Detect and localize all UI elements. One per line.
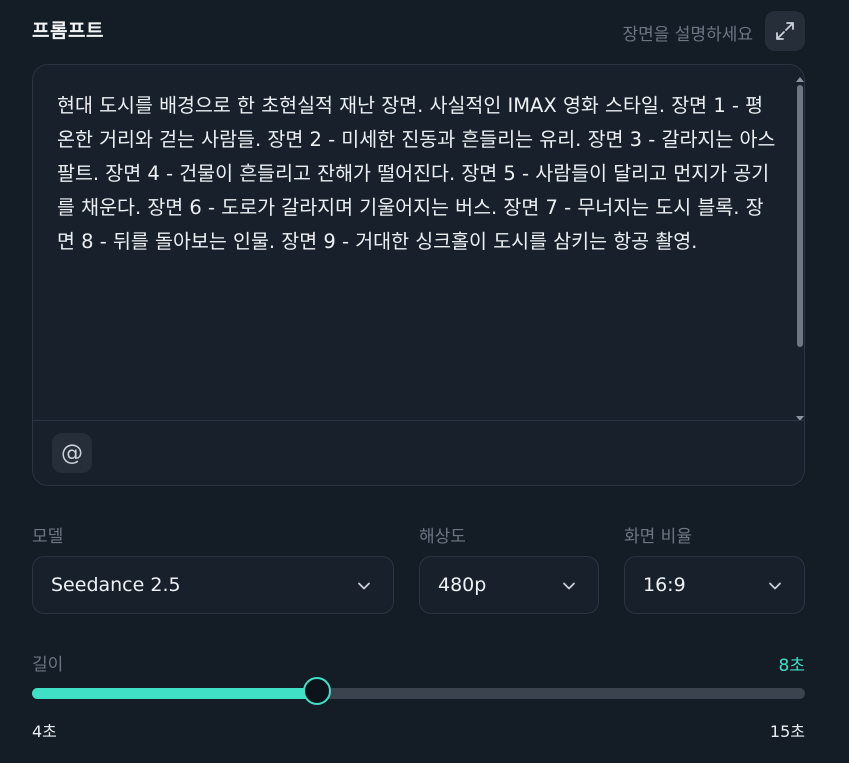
model-select[interactable]: Seedance 2.5	[32, 556, 394, 614]
mention-button[interactable]: @	[52, 433, 92, 473]
resolution-value: 480p	[438, 574, 487, 596]
prompt-scrollbar[interactable]	[794, 77, 804, 421]
expand-button[interactable]	[765, 11, 805, 51]
length-min-label: 4초	[32, 722, 57, 741]
expand-icon	[776, 22, 794, 40]
prompt-divider	[33, 420, 804, 421]
scroll-up-arrow[interactable]	[796, 77, 804, 82]
prompt-textarea[interactable]: 현대 도시를 배경으로 한 초현실적 재난 장면. 사실적인 IMAX 영화 스…	[57, 89, 777, 259]
at-icon: @	[61, 440, 83, 466]
chevron-down-icon	[769, 582, 781, 590]
length-slider-track[interactable]	[32, 688, 805, 699]
length-max-label: 15초	[769, 722, 805, 741]
aspect-ratio-label: 화면 비율	[624, 527, 692, 547]
chevron-down-icon	[563, 582, 575, 590]
resolution-select[interactable]: 480p	[419, 556, 599, 614]
chevron-down-icon	[358, 582, 370, 590]
prompt-title: 프롬프트	[32, 20, 104, 42]
prompt-hint: 장면을 설명하세요	[622, 25, 753, 45]
resolution-label: 해상도	[419, 527, 466, 547]
scroll-thumb[interactable]	[797, 85, 803, 347]
aspect-ratio-select[interactable]: 16:9	[624, 556, 805, 614]
aspect-ratio-value: 16:9	[643, 574, 686, 596]
prompt-box[interactable]: 현대 도시를 배경으로 한 초현실적 재난 장면. 사실적인 IMAX 영화 스…	[32, 64, 805, 486]
length-slider-thumb[interactable]	[303, 677, 332, 705]
length-label: 길이	[32, 655, 64, 675]
length-value: 8초	[778, 656, 805, 676]
model-value: Seedance 2.5	[51, 574, 181, 596]
length-slider-fill	[32, 688, 318, 699]
model-label: 모델	[32, 527, 64, 547]
